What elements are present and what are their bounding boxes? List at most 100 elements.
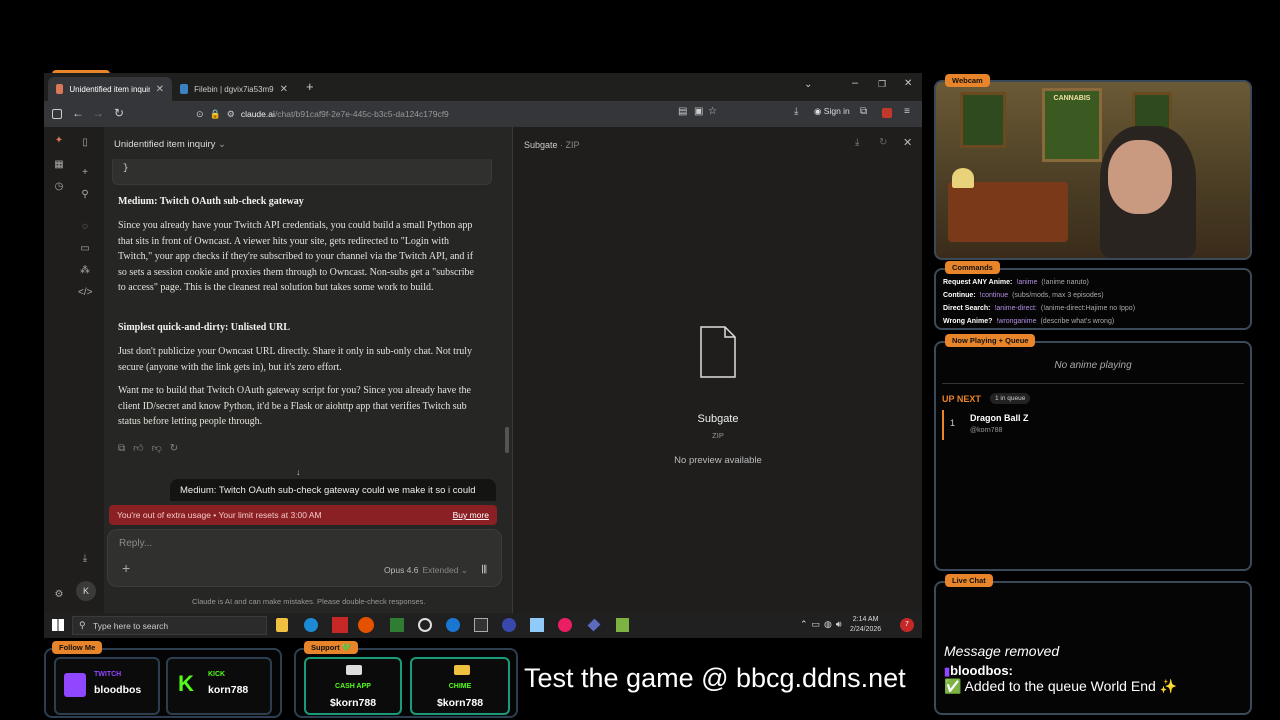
settings-gear-icon[interactable]: ⚙ xyxy=(52,589,66,603)
copy-icon[interactable]: ⧉ xyxy=(118,443,133,454)
refresh-icon[interactable]: ↻ xyxy=(879,137,887,148)
projects-nav-icon[interactable]: ▭ xyxy=(78,243,92,257)
ublock-icon[interactable] xyxy=(882,108,892,118)
notepad-icon[interactable] xyxy=(616,618,629,632)
composer[interactable]: Reply... + Opus 4.6 Extended ⌄ 𝄃𝄃 xyxy=(107,529,502,587)
sign-in-button[interactable]: ◉ Sign in xyxy=(814,106,850,117)
new-tab-icon[interactable]: + xyxy=(306,79,314,94)
restore-icon[interactable]: ❐ xyxy=(878,79,886,90)
url-field[interactable]: ⊙ 🔒 ⚙ claude.ai/chat/b91caf9f-2e7e-445c-… xyxy=(196,105,671,123)
url-domain: claude.ai xyxy=(240,109,275,119)
edge-icon[interactable] xyxy=(304,618,318,632)
retry-icon[interactable]: ↻ xyxy=(170,443,186,454)
close-preview-icon[interactable]: ✕ xyxy=(903,136,912,149)
history-icon[interactable]: ◷ xyxy=(52,181,66,195)
close-tab-icon[interactable]: ✕ xyxy=(280,84,288,95)
command-desc: (!anime naruto) xyxy=(1041,279,1089,286)
heading-unlisted-text: Simplest quick-and-dirty: Unlisted URL xyxy=(118,322,290,333)
chat-user: ▮bloodbos: xyxy=(944,663,1244,678)
bookmark-star-icon[interactable]: ☆ xyxy=(708,106,717,117)
site-info-icon[interactable]: ⊙ xyxy=(196,109,204,120)
cashapp-card[interactable]: CASH APP $korn788 xyxy=(304,657,402,715)
buy-more-link[interactable]: Buy more xyxy=(453,510,489,520)
sidebar-toggle-icon[interactable] xyxy=(52,109,62,119)
new-chat-icon[interactable]: + xyxy=(78,167,92,181)
model-selector[interactable]: Opus 4.6 Extended ⌄ xyxy=(384,565,468,576)
file-explorer-icon[interactable] xyxy=(276,618,288,632)
para-unlisted: Just don't publicize your Owncast URL di… xyxy=(118,346,473,373)
taskbar-clock[interactable]: 2:14 AM 2/24/2026 xyxy=(850,615,881,635)
command-key: !continue xyxy=(979,292,1009,299)
reader-icon[interactable]: ▤ xyxy=(678,106,687,117)
back-icon[interactable]: ← xyxy=(72,106,84,120)
clock-date: 2/24/2026 xyxy=(850,626,882,633)
claude-logo-icon[interactable]: ✦ xyxy=(52,135,66,149)
url-path: /chat/b91caf9f-2e7e-445c-b3c5-da124c179c… xyxy=(274,109,449,119)
twitch-card[interactable]: TWITCH bloodbos xyxy=(54,657,160,715)
poster-left xyxy=(960,92,1006,148)
avatar[interactable]: K xyxy=(76,581,96,601)
tab-claude[interactable]: Unidentified item inquiry - Clau ✕ xyxy=(48,77,172,101)
app-icon[interactable] xyxy=(587,618,601,632)
filebin-favicon-icon xyxy=(180,84,189,94)
app-icon[interactable] xyxy=(530,618,544,632)
chats-icon[interactable]: ◌ xyxy=(78,221,92,235)
attach-plus-icon[interactable]: + xyxy=(122,560,130,576)
card-icon xyxy=(454,665,470,675)
tab-search-chevron-icon[interactable]: ⌄ xyxy=(804,79,812,90)
close-tab-icon[interactable]: ✕ xyxy=(156,84,164,95)
screenshot-icon[interactable]: ▣ xyxy=(694,106,703,117)
projects-icon[interactable]: ▦ xyxy=(52,159,66,173)
minimize-icon[interactable]: – xyxy=(852,77,858,89)
reload-icon[interactable]: ↻ xyxy=(114,106,124,120)
artifact-preview-pane: Subgate · ZIP ⤓ ↻ ✕ Subgate ZIP No previ… xyxy=(512,127,922,638)
reply-input[interactable]: Reply... xyxy=(119,538,152,549)
lamp xyxy=(952,168,974,188)
system-tray[interactable]: ⌃▭◍🔊︎ xyxy=(800,619,846,630)
terminal-icon[interactable] xyxy=(474,618,488,632)
search-icon: ⚲ xyxy=(79,620,86,630)
heading-oauth-text: Medium: Twitch OAuth sub-check gateway xyxy=(118,196,304,207)
follow-tag: Follow Me xyxy=(52,641,103,654)
downloads-icon[interactable]: ⤓ xyxy=(794,106,798,117)
windows-taskbar: ⚲ Type here to search ⌃▭◍🔊︎ 2:14 AM 2/24/… xyxy=(44,613,922,638)
tab-label: Filebin | dgvix7ia53m92279 xyxy=(194,84,274,94)
obs-icon[interactable] xyxy=(418,618,432,632)
file-type: ZIP xyxy=(712,431,724,440)
windows-start-icon[interactable] xyxy=(52,619,64,631)
twitch-icon xyxy=(64,673,86,697)
app-icon[interactable] xyxy=(446,618,460,632)
tab-filebin[interactable]: Filebin | dgvix7ia53m92279 ✕ xyxy=(172,77,296,101)
extensions-icon[interactable]: ⧉ xyxy=(860,106,867,117)
artifacts-icon[interactable]: ⁂ xyxy=(78,265,92,279)
menu-icon[interactable]: ≡ xyxy=(904,106,910,117)
chat-title[interactable]: Unidentified item inquiry ⌄ xyxy=(114,139,226,150)
download-app-icon[interactable]: ⤓ xyxy=(78,553,92,567)
chat-scrollbar[interactable] xyxy=(505,427,509,453)
app-icon[interactable] xyxy=(502,618,516,632)
chat-lines: Message removed ▮bloodbos: ✅ Added to th… xyxy=(944,643,1244,695)
notification-badge[interactable]: 7 xyxy=(900,618,914,632)
close-window-icon[interactable]: ✕ xyxy=(904,78,912,89)
collapse-sidebar-icon[interactable]: ▯ xyxy=(78,137,92,151)
heading-oauth: Medium: Twitch OAuth sub-check gateway xyxy=(118,194,478,210)
forward-icon[interactable]: → xyxy=(92,106,104,120)
thumbs-up-icon[interactable]: 👍︎ xyxy=(133,443,151,454)
search-icon[interactable]: ⚲ xyxy=(78,189,92,203)
taskbar-search[interactable]: ⚲ Type here to search xyxy=(72,616,267,635)
cashapp-name: $korn788 xyxy=(329,697,377,709)
firefox-icon[interactable] xyxy=(358,617,374,633)
app-icon[interactable] xyxy=(390,618,404,632)
tune-icon[interactable]: ⚙ xyxy=(227,109,235,120)
kick-card[interactable]: K KICK korn788 xyxy=(166,657,272,715)
para-offer: Want me to build that Twitch OAuth gatew… xyxy=(118,385,471,427)
thumbs-down-icon[interactable]: 👎︎ xyxy=(152,443,170,454)
media-player-icon[interactable] xyxy=(558,618,572,632)
app-icon[interactable] xyxy=(332,617,348,633)
queue-item-user: @korn788 xyxy=(970,427,1003,434)
code-icon[interactable]: </> xyxy=(78,287,92,301)
scroll-down-icon[interactable]: ↓ xyxy=(296,467,301,477)
download-file-icon[interactable]: ⤓ xyxy=(855,137,859,148)
chime-card[interactable]: CHIME $korn788 xyxy=(410,657,510,715)
voice-waveform-icon[interactable]: 𝄃𝄃 xyxy=(482,564,487,577)
